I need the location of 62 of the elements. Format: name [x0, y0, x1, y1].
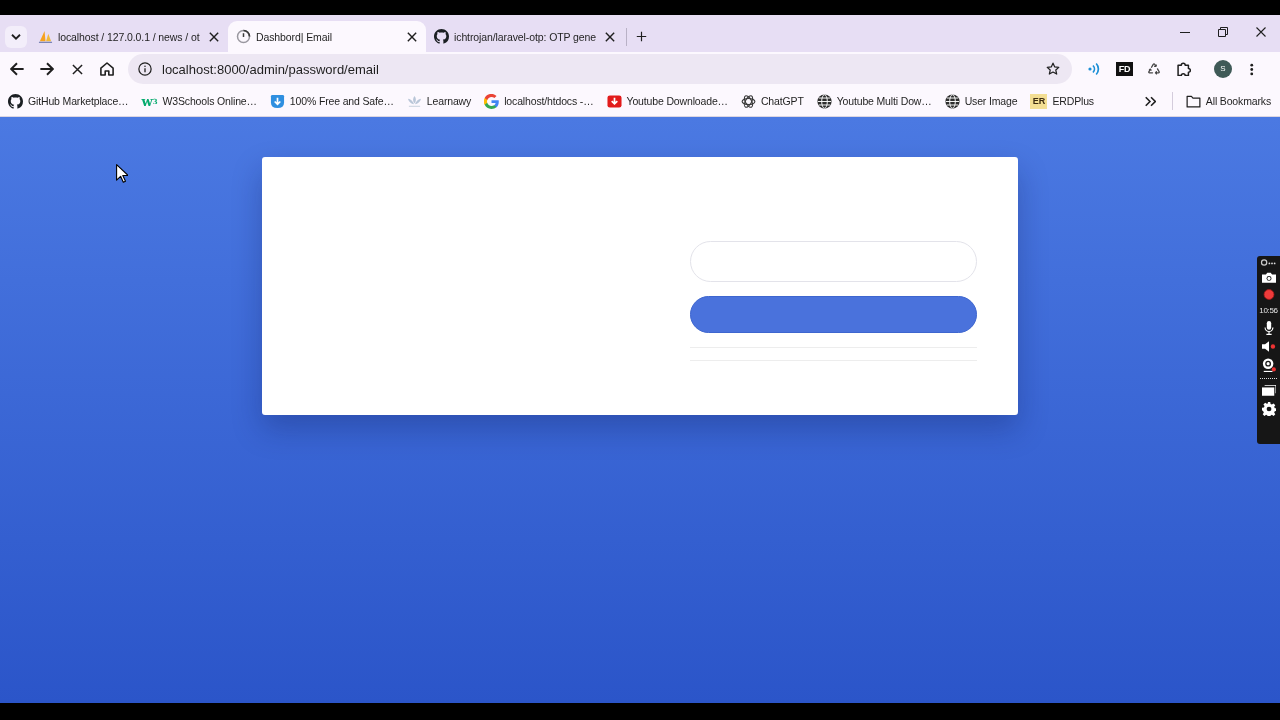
- bookmark-link[interactable]: Learnawy: [401, 89, 477, 113]
- bookmark-link[interactable]: ChatGPT: [735, 89, 809, 113]
- minimize-icon[interactable]: [1180, 31, 1190, 33]
- close-icon[interactable]: [1256, 27, 1266, 37]
- all-bookmarks-button[interactable]: All Bookmarks: [1180, 89, 1276, 113]
- caret-down-icon[interactable]: [11, 31, 21, 42]
- globe-icon: [944, 93, 960, 109]
- settings-icon[interactable]: [1261, 402, 1276, 416]
- more-menu-icon[interactable]: [1250, 62, 1254, 76]
- google-g-icon: [484, 93, 500, 109]
- camera-icon[interactable]: [1261, 272, 1276, 283]
- github-icon: [434, 29, 449, 44]
- webcam-icon[interactable]: [1261, 358, 1276, 372]
- double-chevron-icon[interactable]: [1145, 95, 1157, 107]
- github-icon: [8, 93, 23, 109]
- site-logo: ER: [1030, 93, 1048, 109]
- sound-waves-icon[interactable]: [1087, 62, 1101, 76]
- browser-tab[interactable]: Dashbord| Email: [228, 21, 426, 52]
- bookmark-link[interactable]: ER ERDPlus: [1025, 89, 1099, 113]
- profile-avatar-button[interactable]: S: [1214, 60, 1232, 78]
- timer-text: 10:56: [1259, 306, 1278, 315]
- forward-arrow-icon[interactable]: [40, 62, 54, 76]
- puzzle-piece-icon[interactable]: [1177, 62, 1191, 76]
- loading-spinner-icon: [236, 29, 251, 44]
- info-icon[interactable]: [138, 62, 152, 76]
- bookmark-link[interactable]: localhost/htdocs -…: [479, 89, 599, 113]
- close-icon[interactable]: [407, 31, 417, 42]
- download-arrow-icon: [269, 93, 285, 109]
- folder-icon: [1185, 93, 1201, 109]
- recycle-arrows-icon[interactable]: [1147, 62, 1161, 76]
- bookmark-link[interactable]: 100% Free and Safe…: [264, 89, 399, 113]
- lotus-logo-icon: [406, 93, 422, 109]
- site-logo: w$^{3}$: [141, 93, 158, 109]
- browser-tab[interactable]: localhost / 127.0.0.1 / news / ot: [30, 21, 228, 52]
- close-icon[interactable]: [209, 31, 219, 42]
- bookmark-link[interactable]: GitHub Marketplace…: [3, 89, 134, 113]
- record-icon[interactable]: [1261, 289, 1276, 300]
- tab-search-button[interactable]: [5, 25, 27, 48]
- bookmark-link[interactable]: Youtube Multi Dow…: [811, 89, 937, 113]
- address-field[interactable]: localhost:8000/admin/password/email: [128, 54, 1072, 84]
- primary-button[interactable]: [690, 296, 977, 333]
- home-icon[interactable]: [100, 62, 114, 76]
- plus-icon[interactable]: [635, 31, 647, 42]
- stop-icon[interactable]: [71, 63, 83, 75]
- restore-icon[interactable]: [1218, 27, 1228, 37]
- input-field[interactable]: [690, 241, 977, 282]
- bookmark-star-icon[interactable]: [1046, 62, 1060, 76]
- download-tile-icon: [606, 93, 622, 109]
- window-icon[interactable]: [1261, 385, 1276, 396]
- knot-logo-icon: [740, 93, 756, 109]
- back-arrow-icon[interactable]: [10, 62, 24, 76]
- close-icon[interactable]: [605, 31, 615, 42]
- globe-icon: [816, 93, 832, 109]
- extension-button[interactable]: FD: [1116, 62, 1133, 76]
- bookmark-link[interactable]: w$^{3}$ W3Schools Online…: [136, 89, 262, 113]
- more-dots-icon[interactable]: [1260, 259, 1277, 266]
- mouse-pointer-icon: [116, 164, 128, 183]
- browser-tab[interactable]: ichtrojan/laravel-otp: OTP gene: [426, 21, 624, 52]
- sailboat-logo-icon: [38, 29, 53, 44]
- bookmark-link[interactable]: User Image: [939, 89, 1023, 113]
- speaker-icon[interactable]: [1261, 341, 1276, 352]
- bookmark-link[interactable]: Youtube Downloade…: [601, 89, 733, 113]
